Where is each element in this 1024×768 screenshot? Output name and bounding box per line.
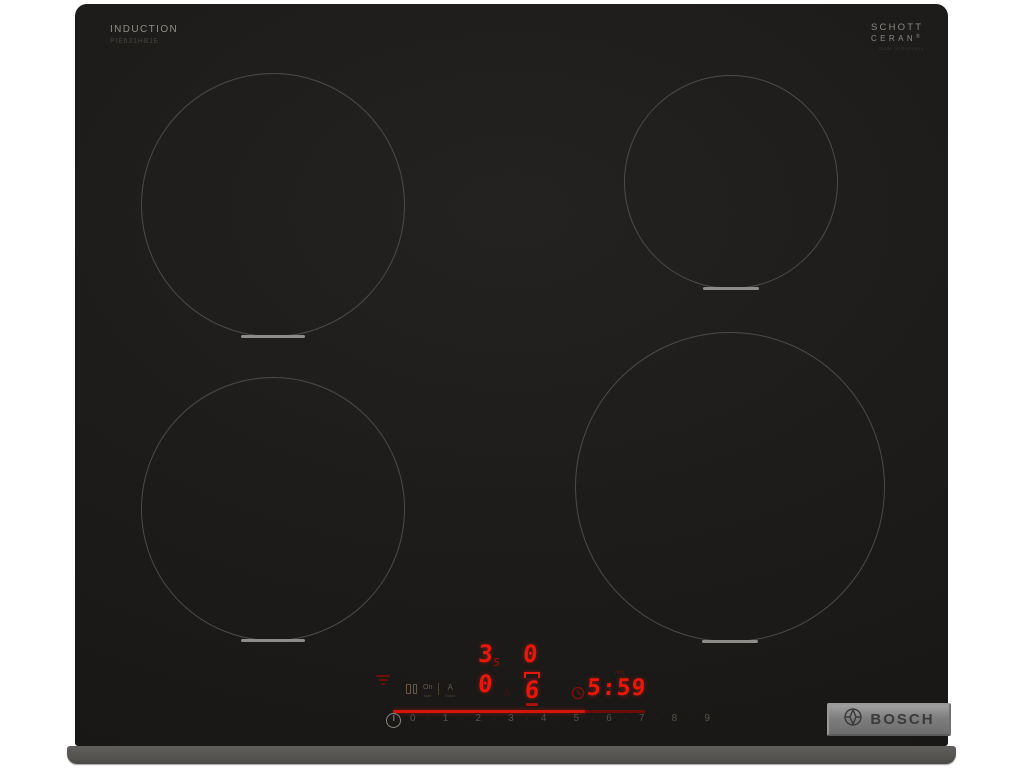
schott-fineprint: Made in Germany — [879, 46, 931, 51]
key-divider — [438, 683, 439, 695]
cooking-zone-front-left — [141, 377, 405, 641]
zone-front-marker — [703, 287, 759, 290]
scale-1[interactable]: 1 — [443, 712, 449, 726]
timer-clock-icon[interactable] — [571, 686, 585, 705]
scale-4[interactable]: 4 — [541, 712, 547, 726]
function-key-cluster: On start A boost — [406, 682, 455, 700]
bosch-anchor-icon — [843, 707, 863, 732]
scale-9[interactable]: 9 — [704, 712, 710, 726]
registered-mark: ® — [916, 34, 923, 40]
quick-start-sublabel: start — [423, 692, 432, 700]
zone-front-marker — [241, 335, 305, 338]
bosch-logo-badge: BOSCH — [827, 703, 951, 736]
scale-6[interactable]: 6 — [606, 712, 612, 726]
scale-2[interactable]: 2 — [475, 712, 481, 726]
star-settings-key[interactable]: ☆ — [502, 686, 512, 699]
power-on-off-key[interactable] — [386, 713, 401, 728]
zone-front-marker — [241, 639, 305, 642]
model-number: PIE631HB1E — [110, 38, 178, 45]
ceramic-glass-surface: INDUCTION PIE631HB1E SCHOTT CERAN® Made … — [75, 4, 948, 746]
bosch-wordmark: BOSCH — [870, 711, 934, 728]
front-bevel-trim — [67, 746, 956, 764]
scale-5[interactable]: 5 — [574, 712, 580, 726]
half-step-digit: 5 — [493, 656, 501, 669]
schott-wordmark: SCHOTT — [871, 22, 931, 33]
scale-7[interactable]: 7 — [639, 712, 645, 726]
power-level-scale: 0· 1· 2· 3· 4· 5· 6· 7· 8· 9 — [410, 712, 710, 726]
induction-label: INDUCTION — [110, 24, 178, 35]
quick-start-key[interactable]: On start — [423, 684, 432, 700]
zone-front-marker — [702, 640, 758, 643]
front-right-power-display[interactable]: 6 — [523, 672, 541, 706]
scale-8[interactable]: 8 — [672, 712, 678, 726]
ceran-wordmark: CERAN® — [871, 34, 931, 43]
product-photo-induction-hob: INDUCTION PIE631HB1E SCHOTT CERAN® Made … — [0, 0, 1024, 768]
auto-boost-key[interactable]: A boost — [445, 684, 455, 700]
scale-0[interactable]: 0 — [410, 712, 416, 726]
pause-icon[interactable] — [406, 684, 417, 694]
cooking-zone-rear-right — [624, 75, 838, 289]
schott-ceran-logo: SCHOTT CERAN® Made in Germany — [871, 22, 931, 51]
rear-right-power-display[interactable]: 0 — [522, 642, 538, 666]
type-label-block: INDUCTION PIE631HB1E — [110, 24, 178, 45]
front-left-power-display[interactable]: 0 — [477, 672, 493, 696]
auto-sublabel: boost — [445, 692, 455, 700]
cooking-zone-front-right — [575, 332, 885, 642]
cooking-zone-rear-left — [141, 73, 405, 337]
timer-display[interactable]: 5:59 — [586, 676, 647, 700]
home-connect-wifi-icon — [375, 675, 391, 687]
timer-unit-label: min — [615, 670, 625, 676]
scale-3[interactable]: 3 — [508, 712, 514, 726]
